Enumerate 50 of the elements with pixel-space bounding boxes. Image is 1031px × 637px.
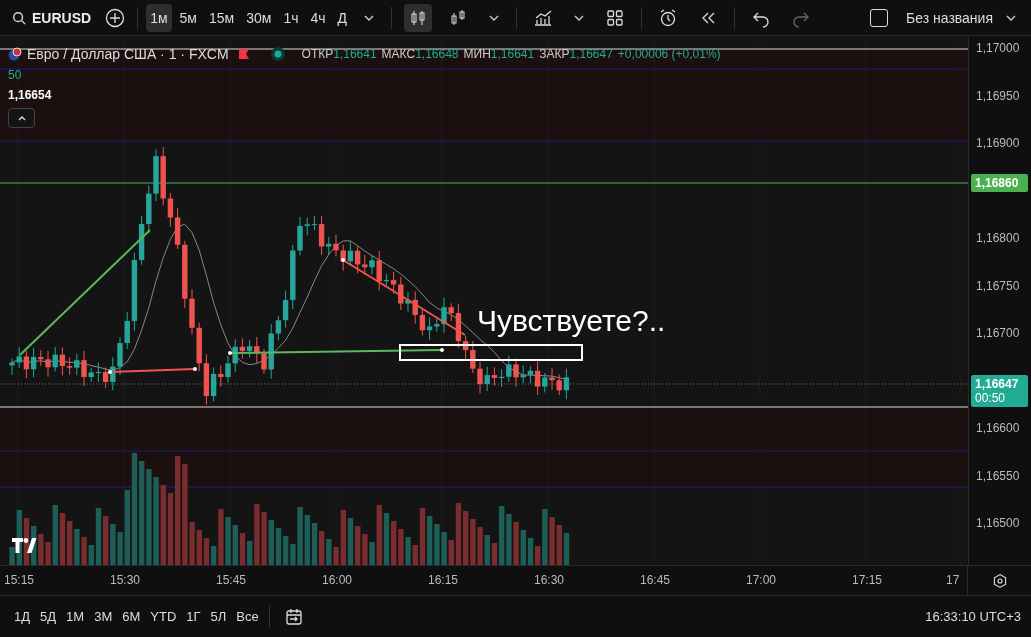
interval-button[interactable]: 1м — [146, 3, 172, 32]
price-label: 1,16950 — [976, 88, 1020, 103]
time-label: 15:45 — [216, 573, 247, 587]
interval-button[interactable]: Д — [333, 3, 352, 32]
interval-button[interactable]: 4ч — [306, 3, 330, 32]
price-label: 1,17000 — [976, 41, 1020, 55]
price-label: 1,16600 — [976, 421, 1020, 435]
clock-text[interactable]: 16:33:10 UTC+3 — [925, 609, 1021, 624]
time-label: 16:00 — [322, 573, 353, 587]
range-button[interactable]: 1Г — [182, 605, 205, 628]
interval-button[interactable]: 15м — [204, 3, 239, 32]
price-label: 1,16700 — [976, 326, 1020, 340]
price-label: 1,16800 — [976, 231, 1020, 245]
range-button[interactable]: 1Д — [10, 605, 35, 628]
price-change: +0,00006 (+0,01%) — [617, 47, 721, 61]
symbol-search[interactable]: EURUSD — [6, 9, 98, 26]
time-label: 16:45 — [640, 573, 671, 587]
range-button[interactable]: Все — [232, 605, 263, 628]
time-label: 16:30 — [534, 573, 565, 587]
range-button[interactable]: 5Л — [206, 605, 231, 628]
range-button[interactable]: 3М — [90, 605, 117, 628]
range-button[interactable]: 1М — [62, 605, 89, 628]
symbol-name: EURUSD — [32, 9, 92, 26]
ohlc-value: ОТКР1,16641 — [301, 47, 377, 61]
range-button[interactable]: 6М — [118, 605, 145, 628]
symbol-title[interactable]: Евро / Доллар США · 1 · FXCM — [27, 46, 229, 62]
price-label: 1,16500 — [976, 516, 1020, 530]
interval-button[interactable]: 1ч — [279, 3, 303, 32]
time-label: 16:15 — [428, 573, 459, 587]
price-label: 1,16750 — [976, 278, 1020, 293]
price-label: 1,16900 — [976, 136, 1020, 150]
annotation-text: Чувствуете?.. — [477, 304, 666, 338]
indicator-length: 50 — [8, 68, 22, 82]
ohlc-value: МИН1,16641 — [463, 47, 535, 61]
indicator-value: 1,16654 — [8, 88, 52, 102]
time-label: 15:15 — [4, 573, 35, 587]
price-badge: 1,16647 00:50 — [971, 375, 1028, 407]
time-label: 15:30 — [110, 573, 141, 587]
range-button[interactable]: YTD — [146, 605, 181, 628]
layout-title[interactable]: Без названия — [906, 9, 993, 26]
time-label: 17:15 — [852, 573, 883, 587]
price-label: 1,16550 — [976, 468, 1020, 483]
interval-button[interactable]: 30м — [242, 3, 276, 32]
ohlc-value: ЗАКР1,16647 — [539, 47, 613, 61]
ohlc-value: МАКС1,16648 — [381, 47, 459, 61]
time-label: 17 — [946, 573, 960, 587]
range-button[interactable]: 5Д — [36, 605, 61, 628]
time-label: 17:00 — [746, 573, 777, 587]
price-badge: 1,16860 — [971, 174, 1028, 192]
interval-button[interactable]: 5м — [175, 3, 201, 32]
